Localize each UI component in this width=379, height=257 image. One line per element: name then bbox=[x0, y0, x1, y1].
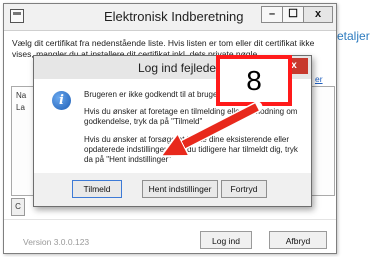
annotation-number: 8 bbox=[246, 65, 262, 96]
login-button[interactable]: Log ind bbox=[200, 231, 252, 249]
cancel-button[interactable]: Afbryd bbox=[269, 231, 327, 249]
minimize-button[interactable]: – bbox=[261, 6, 283, 23]
window-title: Elektronisk Indberetning bbox=[104, 9, 244, 24]
background-text: etaljer bbox=[337, 29, 370, 43]
close-button[interactable]: x bbox=[303, 6, 333, 23]
fortryd-button[interactable]: Fortryd bbox=[221, 180, 267, 198]
version-label: Version 3.0.0.123 bbox=[23, 237, 90, 247]
tilmeld-button[interactable]: Tilmeld bbox=[72, 180, 122, 198]
dialog-message-2: Hvis du ønsker at foretage en tilmelding… bbox=[84, 107, 298, 126]
window-titlebar[interactable]: Elektronisk Indberetning – ☐ x bbox=[4, 4, 336, 31]
cert-row-label: La bbox=[16, 103, 25, 112]
dialog-message-3: Hvis du ønsker at forsøge at hente dine … bbox=[84, 135, 298, 164]
dialog-title: Log ind fejlede bbox=[138, 61, 217, 75]
app-icon bbox=[10, 9, 24, 23]
footer-divider bbox=[4, 219, 336, 220]
maximize-button[interactable]: ☐ bbox=[282, 6, 304, 23]
details-link[interactable]: er bbox=[315, 74, 323, 84]
hent-indstillinger-button[interactable]: Hent indstillinger bbox=[142, 180, 218, 198]
annotation-box: 8 bbox=[216, 55, 292, 106]
info-icon: i bbox=[52, 91, 71, 110]
certificate-button[interactable]: C bbox=[11, 198, 25, 216]
dialog-button-bar: Tilmeld Hent indstillinger Fortryd bbox=[34, 173, 311, 206]
cert-column-header: Na bbox=[16, 91, 27, 100]
